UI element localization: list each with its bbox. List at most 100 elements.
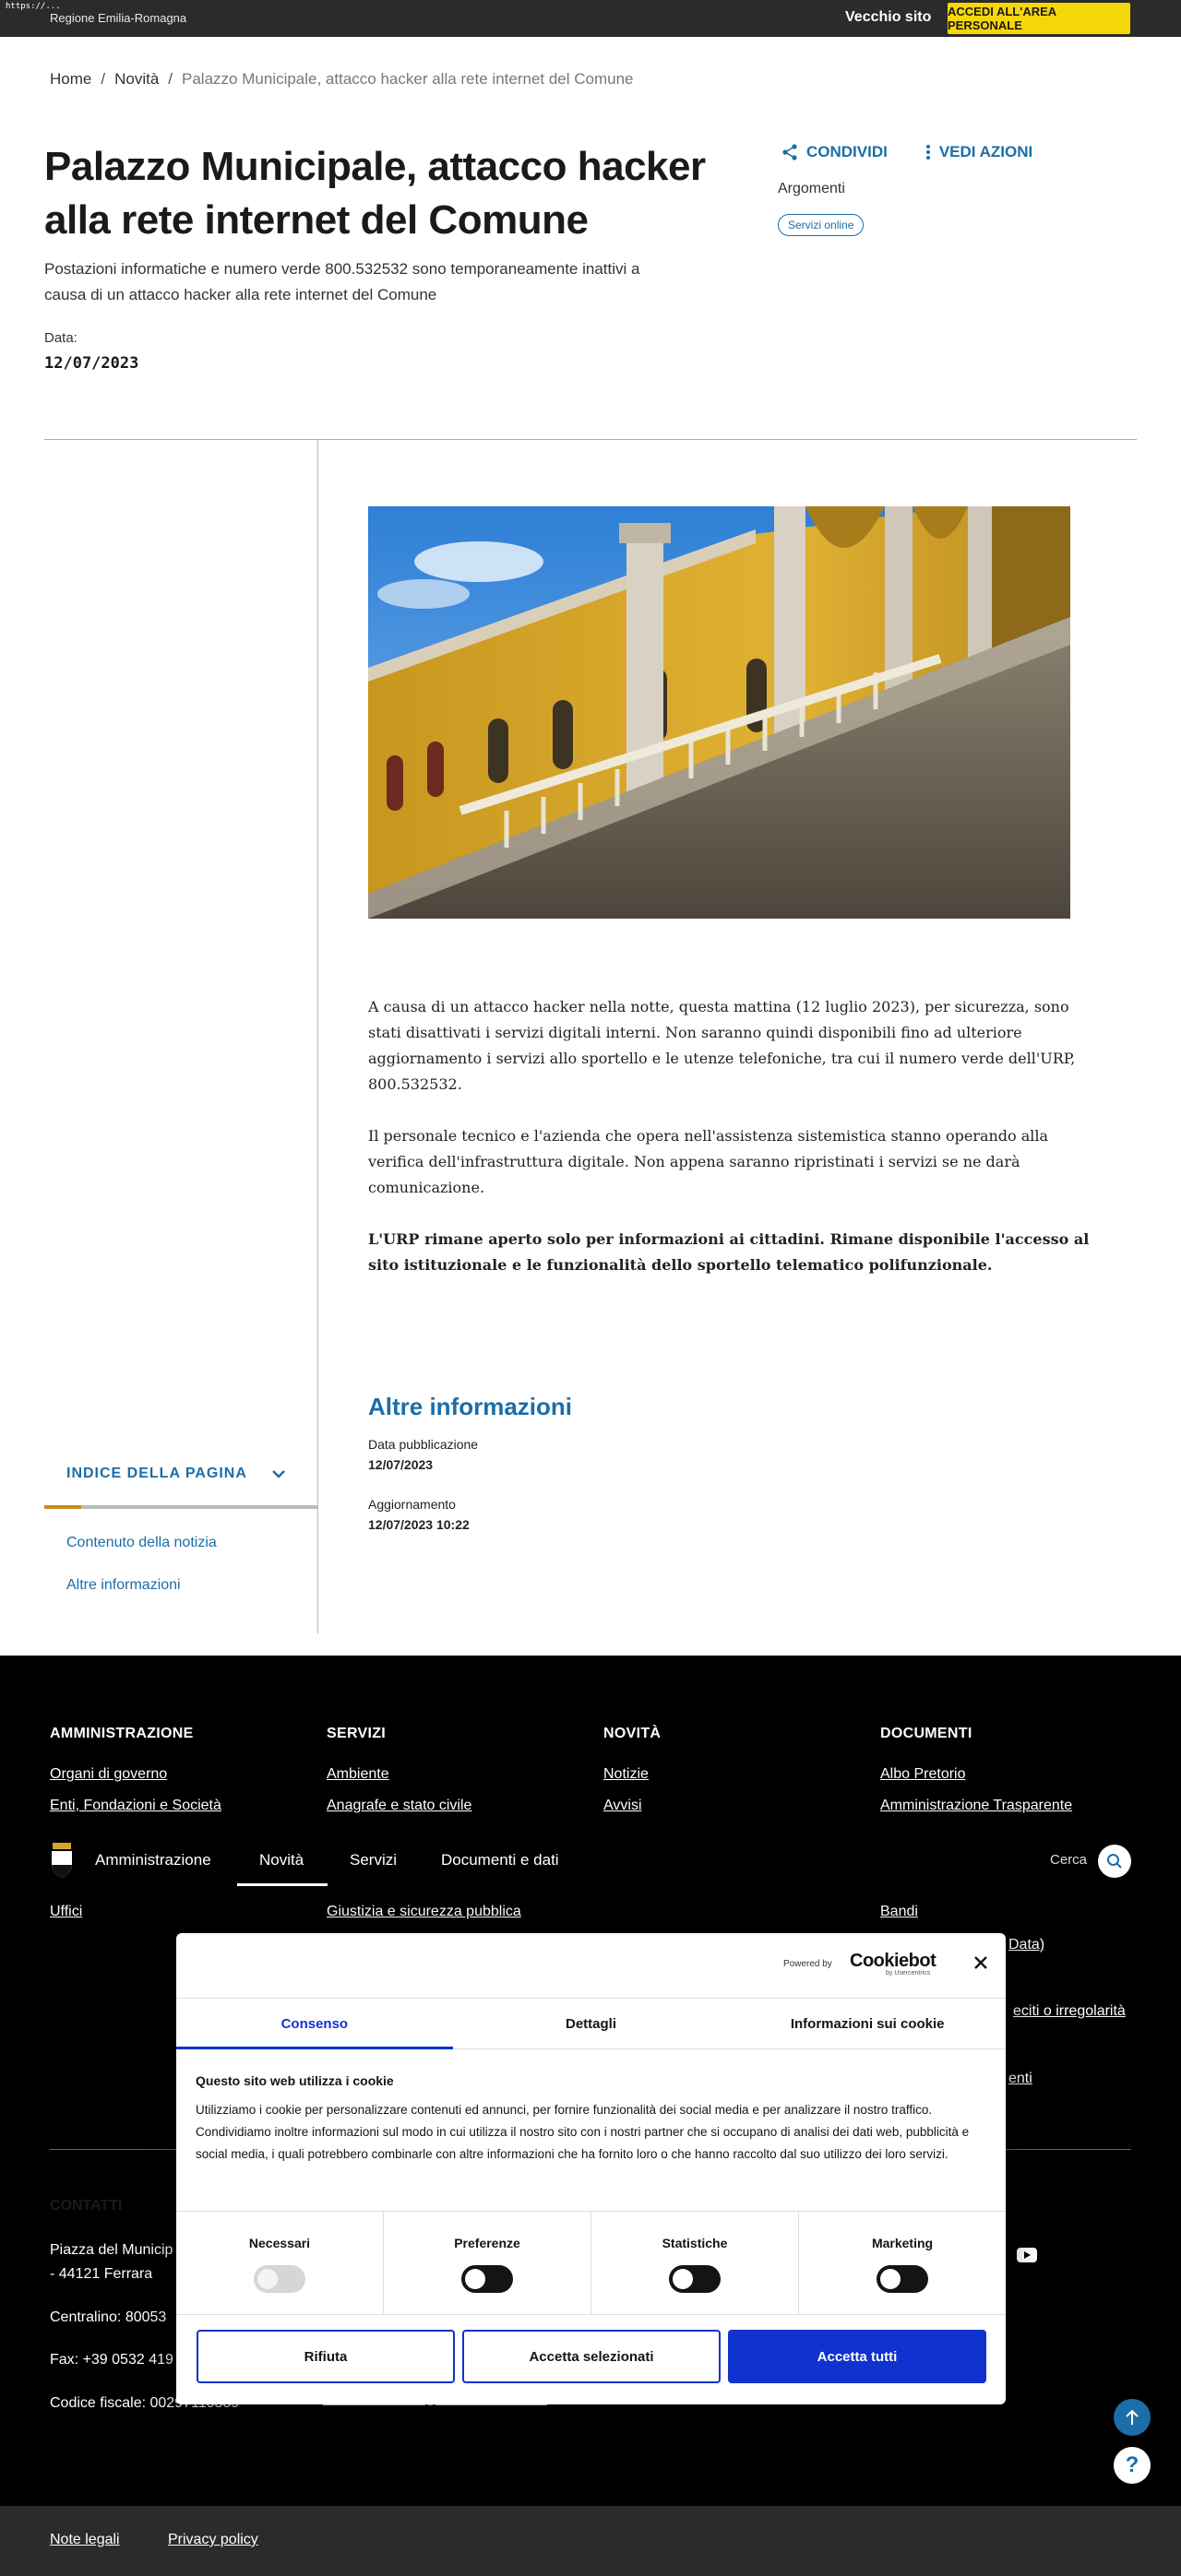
municipality-crest-icon — [52, 1843, 72, 1878]
footer-link-partial[interactable]: eciti o irregolarità — [1013, 2003, 1126, 2020]
category-label: Marketing — [871, 2236, 934, 2250]
footer-link[interactable]: Ambiente — [327, 1766, 471, 1783]
nav-item-administration[interactable]: Amministrazione — [95, 1851, 211, 1870]
page-index-item[interactable]: Altre informazioni — [66, 1577, 181, 1594]
footer-link[interactable]: Bandi — [880, 1904, 918, 1920]
statistics-toggle[interactable] — [669, 2265, 721, 2293]
updated-value: 12/07/2023 10:22 — [368, 1517, 470, 1532]
preferences-toggle[interactable] — [461, 2265, 513, 2293]
back-to-top-button[interactable] — [1114, 2399, 1151, 2436]
article-paragraph-bold: L'URP rimane aperto solo per informazion… — [368, 1230, 1090, 1274]
footer-link[interactable]: Uffici — [50, 1904, 82, 1920]
contact-address-line: Piazza del Municip — [50, 2242, 173, 2258]
cookiebot-logo[interactable]: Cookiebot — [850, 1951, 936, 1972]
old-site-link[interactable]: Vecchio sito — [845, 9, 931, 26]
page-index-title[interactable]: INDICE DELLA PAGINA — [66, 1466, 247, 1482]
cookie-description: Utilizziamo i cookie per personalizzare … — [196, 2103, 970, 2161]
footer-link[interactable]: Avvisi — [603, 1798, 661, 1814]
privacy-policy-link[interactable]: Privacy policy — [168, 2532, 258, 2548]
reject-button[interactable]: Rifiuta — [197, 2330, 455, 2383]
footer-link[interactable]: Anagrafe e stato civile — [327, 1798, 471, 1814]
region-link[interactable]: Regione Emilia-Romagna — [50, 11, 186, 25]
date-label: Data: — [44, 330, 78, 346]
search-button[interactable] — [1098, 1845, 1131, 1878]
nav-item-news[interactable]: Novità — [259, 1851, 304, 1870]
footer-link[interactable]: Albo Pretorio — [880, 1766, 1072, 1783]
share-button[interactable]: CONDIVIDI — [781, 143, 888, 161]
powered-by-label: Powered by — [783, 1959, 832, 1969]
youtube-icon[interactable] — [1017, 2248, 1037, 2262]
category-label: Statistiche — [662, 2236, 728, 2250]
published-value: 12/07/2023 — [368, 1457, 434, 1472]
nav-item-documents[interactable]: Documenti e dati — [441, 1851, 559, 1870]
page-subtitle: Postazioni informatiche e numero verde 8… — [44, 260, 640, 303]
category-preferences: Preferenze — [384, 2212, 591, 2314]
published-info: Data pubblicazione 12/07/2023 — [368, 1437, 478, 1472]
footer-column-services: SERVIZI Ambiente Anagrafe e stato civile — [327, 1726, 471, 1829]
necessary-toggle — [254, 2265, 305, 2293]
topic-chip[interactable]: Servizi online — [778, 214, 865, 236]
footer-link[interactable]: Giustizia e sicurezza pubblica — [327, 1904, 521, 1920]
published-label: Data pubblicazione — [368, 1437, 479, 1452]
breadcrumb-home[interactable]: Home — [50, 70, 91, 89]
updated-info: Aggiornamento 12/07/2023 10:22 — [368, 1497, 470, 1532]
contacts-title: CONTATTI — [50, 2198, 123, 2214]
see-actions-button[interactable]: VEDI AZIONI — [925, 143, 1032, 161]
tab-about-cookies[interactable]: Informazioni sui cookie — [729, 1999, 1006, 2048]
see-actions-label: VEDI AZIONI — [938, 143, 1033, 160]
cookie-tabs: Consenso Dettagli Informazioni sui cooki… — [176, 1998, 1006, 2049]
chevron-down-icon[interactable] — [269, 1465, 288, 1483]
top-bar: https://... Regione Emilia-Romagna Vecch… — [0, 0, 1181, 37]
footer-column-title: AMMINISTRAZIONE — [50, 1726, 194, 1741]
tab-details[interactable]: Dettagli — [453, 1999, 730, 2048]
close-button[interactable] — [970, 1952, 992, 1974]
article-actions: CONDIVIDI VEDI AZIONI — [781, 143, 1032, 161]
page-index-item[interactable]: Contenuto della notizia — [66, 1535, 217, 1551]
breadcrumb-separator: / — [101, 70, 106, 88]
footer-column-title: DOCUMENTI — [880, 1726, 972, 1741]
category-statistics: Statistiche — [591, 2212, 799, 2314]
footer-column-title: SERVIZI — [327, 1726, 387, 1741]
sidebar-divider — [317, 440, 318, 1633]
contact-switchboard: Centralino: 80053 — [50, 2309, 167, 2325]
tab-consent[interactable]: Consenso — [176, 1999, 453, 2049]
contact-address: Piazza del Municip - 44121 Ferrara — [50, 2238, 173, 2286]
close-icon — [974, 1956, 987, 1969]
divider — [44, 439, 1137, 440]
footer-link[interactable]: Amministrazione Trasparente — [880, 1798, 1072, 1814]
login-button[interactable]: ACCEDI ALL'AREA PERSONALE — [948, 3, 1130, 34]
article-image — [368, 506, 1070, 919]
date-value: 12/07/2023 — [44, 354, 139, 373]
nav-item-services[interactable]: Servizi — [350, 1851, 397, 1870]
help-button[interactable]: ? — [1114, 2447, 1151, 2484]
category-label: Necessari — [248, 2236, 311, 2250]
footer-link[interactable]: Notizie — [603, 1766, 661, 1783]
kebab-menu-icon — [925, 145, 930, 160]
legal-notes-link[interactable]: Note legali — [50, 2532, 120, 2548]
footer-column-administration: AMMINISTRAZIONE Organi di governo Enti, … — [50, 1726, 221, 1829]
footer-link[interactable]: Organi di governo — [50, 1766, 221, 1783]
footer-column-title: NOVITÀ — [603, 1726, 662, 1741]
footer-link-partial[interactable]: Data) — [1008, 1937, 1044, 1953]
topics-label: Argomenti — [778, 181, 845, 196]
breadcrumb-section[interactable]: Novità — [114, 70, 159, 89]
marketing-toggle[interactable] — [877, 2265, 928, 2293]
footer-column-news: NOVITÀ Notizie Avvisi — [603, 1726, 661, 1829]
share-icon — [782, 144, 797, 160]
category-necessary: Necessari — [176, 2212, 384, 2314]
accept-all-button[interactable]: Accetta tutti — [728, 2330, 986, 2383]
question-mark-icon: ? — [1125, 2452, 1139, 2477]
page-index-progress — [44, 1505, 317, 1509]
category-label: Preferenze — [454, 2236, 520, 2250]
breadcrumb-current: Palazzo Municipale, attacco hacker alla … — [182, 70, 634, 88]
footer-column-documents: DOCUMENTI Albo Pretorio Amministrazione … — [880, 1726, 1072, 1829]
cookie-categories: Necessari Preferenze Statistiche Marketi… — [176, 2211, 1006, 2315]
footer-link[interactable]: Enti, Fondazioni e Società — [50, 1798, 221, 1814]
footer-link-partial[interactable]: enti — [1008, 2071, 1032, 2087]
arrow-up-icon — [1126, 2409, 1139, 2425]
search-icon — [1107, 1854, 1122, 1869]
accept-selected-button[interactable]: Accetta selezionati — [462, 2330, 721, 2383]
more-info-heading: Altre informazioni — [368, 1393, 573, 1420]
page-title: Palazzo Municipale, attacco hacker alla … — [44, 144, 706, 243]
bottom-bar: Note legali Privacy policy — [0, 2506, 1181, 2576]
